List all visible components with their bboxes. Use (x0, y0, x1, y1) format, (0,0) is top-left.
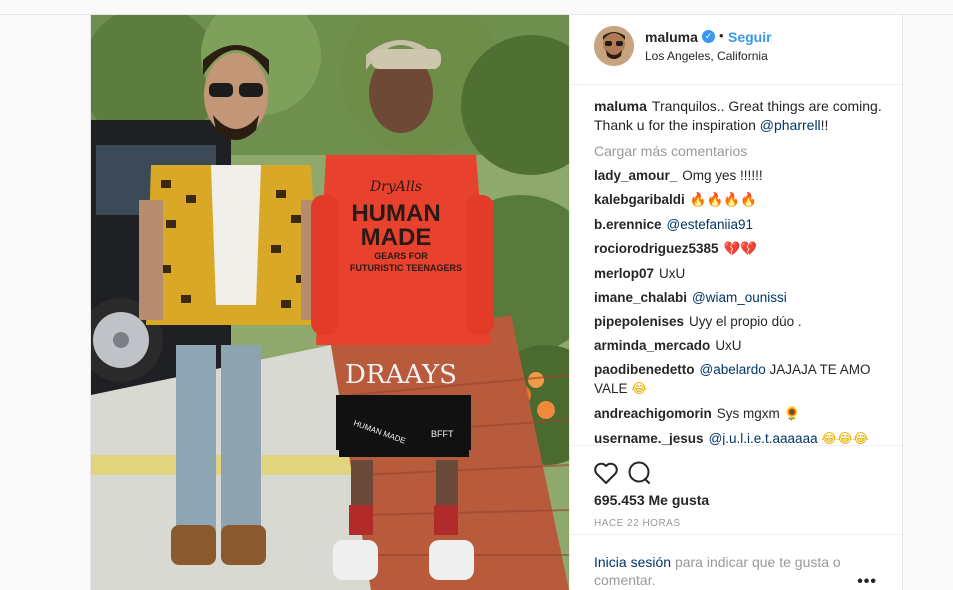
comment: b.erennice @estefaniia91 (594, 215, 884, 234)
svg-text:MADE: MADE (361, 224, 432, 251)
post-photo[interactable]: DryAlls HUMAN MADE GEARS FOR FUTURISTIC … (91, 15, 569, 590)
comment: lady_amour_ Omg yes !!!!!! (594, 166, 884, 185)
comment-username[interactable]: kalebgaribaldi (594, 192, 685, 207)
location-link[interactable]: Los Angeles, California (645, 49, 768, 63)
svg-text:DryAlls: DryAlls (369, 179, 422, 195)
load-more-comments-button[interactable]: Cargar más comentarios (594, 143, 884, 159)
comment-text: UxU (715, 338, 742, 353)
comment: imane_chalabi @wiam_ounissi (594, 288, 884, 307)
post-actions: 695.453 Me gusta HACE 22 HORAS (570, 445, 905, 545)
fire-emoji-icon: 🔥🔥🔥🔥 (689, 192, 758, 208)
comment-mention[interactable]: @estefaniia91 (667, 217, 754, 232)
more-options-icon[interactable]: ••• (857, 573, 877, 590)
svg-text:HUMAN: HUMAN (351, 200, 440, 227)
comment-mention[interactable]: @wiam_ounissi (692, 290, 787, 305)
comment-username[interactable]: merlop07 (594, 266, 654, 281)
heart-icon[interactable] (592, 459, 620, 487)
likes-count[interactable]: 695.453 Me gusta (594, 492, 709, 508)
comment-mention[interactable]: @j.u.l.i.e.t.aaaaaa (709, 431, 818, 446)
avatar[interactable] (594, 26, 634, 66)
comment-username[interactable]: arminda_mercado (594, 338, 710, 353)
caption-suffix: !! (820, 117, 829, 133)
login-prompt-text: Inicia sesión para indicar que te gusta … (594, 553, 844, 589)
caption-username[interactable]: maluma (594, 98, 647, 114)
svg-text:FUTURISTIC TEENAGERS: FUTURISTIC TEENAGERS (350, 263, 462, 273)
details-panel: maluma ✓ • Seguir Los Angeles, Californi… (569, 15, 905, 590)
laughing-emoji-icon: 😂 (631, 381, 648, 397)
caption-mention[interactable]: @pharrell (760, 117, 821, 133)
svg-text:DRAAYS: DRAAYS (345, 360, 457, 390)
comment: rociorodriguez5385 💔💔 (594, 239, 884, 259)
broken-heart-emoji-icon: 💔💔 (723, 241, 758, 257)
avatar-image (594, 26, 634, 66)
header-username[interactable]: maluma (645, 29, 698, 45)
comment-username[interactable]: lady_amour_ (594, 168, 677, 183)
sunflower-emoji-icon: 🌻 (783, 406, 801, 422)
comment-username[interactable]: pipepolenises (594, 314, 684, 329)
comment-text: UxU (659, 266, 686, 281)
comments-list[interactable]: maluma Tranquilos.. Great things are comi… (594, 97, 884, 454)
comment-mention[interactable]: @abelardo (700, 362, 766, 377)
comment-text: Omg yes !!!!!! (682, 168, 763, 183)
svg-text:GEARS FOR: GEARS FOR (374, 251, 428, 261)
login-link[interactable]: Inicia sesión (594, 554, 671, 570)
comment-username[interactable]: paodibenedetto (594, 362, 695, 377)
photo-illustration: DryAlls HUMAN MADE GEARS FOR FUTURISTIC … (91, 15, 569, 590)
comment-username[interactable]: b.erennice (594, 217, 662, 232)
comment-username[interactable]: rociorodriguez5385 (594, 241, 719, 256)
post-card: DryAlls HUMAN MADE GEARS FOR FUTURISTIC … (90, 15, 905, 590)
comment: andreachigomorin Sys mgxm 🌻 (594, 404, 884, 424)
post-header: maluma ✓ • Seguir Los Angeles, Californi… (570, 15, 905, 85)
comment: arminda_mercado UxU (594, 336, 884, 355)
comment-username[interactable]: andreachigomorin (594, 406, 712, 421)
login-prompt: Inicia sesión para indicar que te gusta … (570, 534, 905, 590)
comment-bubble-icon[interactable] (625, 459, 653, 487)
follow-button[interactable]: Seguir (728, 29, 772, 45)
verified-badge-icon: ✓ (702, 30, 715, 43)
comment: paodibenedetto @abelardo JAJAJA TE AMO VA… (594, 360, 884, 399)
comment-username[interactable]: imane_chalabi (594, 290, 687, 305)
comment-text: Sys mgxm (716, 406, 780, 421)
caption: maluma Tranquilos.. Great things are comi… (594, 97, 884, 135)
comment: merlop07 UxU (594, 264, 884, 283)
separator-dot: • (719, 28, 724, 43)
svg-text:BFFT: BFFT (431, 429, 454, 439)
comment-username[interactable]: username._jesus (594, 431, 704, 446)
comment: kalebgaribaldi 🔥🔥🔥🔥 (594, 190, 884, 210)
post-timestamp[interactable]: HACE 22 HORAS (594, 518, 681, 529)
comment-text: Uyy el propio dúo . (689, 314, 802, 329)
comment: pipepolenises Uyy el propio dúo . (594, 312, 884, 331)
